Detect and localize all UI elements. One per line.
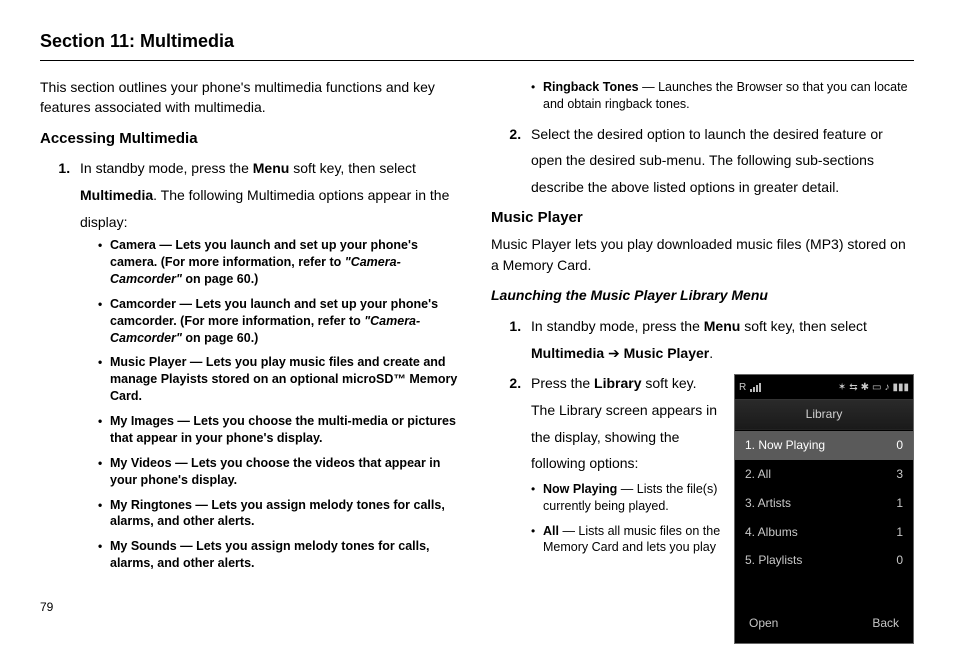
menu-key-label: Menu	[704, 318, 741, 334]
menu-value: 0	[896, 434, 903, 457]
softkey-back[interactable]: Back	[872, 612, 899, 635]
menu-value: 1	[896, 492, 903, 515]
phone-library-menu: 1. Now Playing 0 2. All 3 3. Artists 1 4. A…	[735, 430, 913, 576]
battery-icon: ▮▮▮	[892, 378, 909, 397]
roaming-indicator: R	[739, 378, 746, 397]
step-text: Select the desired option to launch the …	[531, 126, 883, 195]
heading-accessing-multimedia: Accessing Multimedia	[40, 128, 463, 150]
menu-label: 5. Playlists	[745, 549, 802, 572]
accessing-steps-continued: Select the desired option to launch the …	[491, 121, 914, 201]
manual-page: Section 11: Multimedia This section outl…	[0, 0, 954, 636]
accessing-steps: In standby mode, press the Menu soft key…	[40, 155, 463, 572]
option-my-ringtones: My Ringtones — Lets you assign melody to…	[98, 497, 463, 531]
phone-screen-title: Library	[735, 399, 913, 430]
music-icon: ♪	[884, 378, 889, 397]
bluetooth-icon: ✱	[861, 378, 869, 397]
path-segment: Music Player	[624, 345, 710, 361]
menu-label: 4. Albums	[745, 521, 798, 544]
text: soft key, then select	[740, 318, 867, 334]
option-name: Music Player	[110, 355, 186, 369]
option-my-sounds: My Sounds — Lets you assign melody tones…	[98, 538, 463, 572]
title-rule	[40, 60, 914, 61]
section-title: Section 11: Multimedia	[40, 28, 914, 54]
phone-screenshot: R ✶ ⇆ ✱ ▭ ♪ ▮▮▮	[734, 374, 914, 644]
library-option-now-playing: Now Playing — Lists the file(s) currentl…	[531, 481, 748, 515]
option-ringback-tones: Ringback Tones — Launches the Browser so…	[531, 79, 914, 113]
option-name: My Sounds	[110, 539, 177, 553]
step-1: In standby mode, press the Menu soft key…	[74, 155, 463, 572]
path-segment: Multimedia	[531, 345, 604, 361]
heading-music-player: Music Player	[491, 207, 914, 229]
phone-status-bar: R ✶ ⇆ ✱ ▭ ♪ ▮▮▮	[735, 375, 913, 399]
page-number: 79	[40, 599, 53, 616]
left-column: This section outlines your phone's multi…	[40, 77, 463, 650]
menu-item-now-playing[interactable]: 1. Now Playing 0	[735, 431, 913, 460]
menu-label: 2. All	[745, 463, 771, 486]
mp-step-2: R ✶ ⇆ ✱ ▭ ♪ ▮▮▮	[525, 370, 914, 644]
text: In standby mode, press the	[531, 318, 704, 334]
music-player-steps: In standby mode, press the Menu soft key…	[491, 313, 914, 644]
two-column-layout: This section outlines your phone's multi…	[40, 77, 914, 650]
option-my-images: My Images — Lets you choose the multi-me…	[98, 413, 463, 447]
signal-icon	[750, 383, 761, 392]
text: In standby mode, press the	[80, 160, 253, 176]
step-2: Select the desired option to launch the …	[525, 121, 914, 201]
option-name: Now Playing	[543, 482, 617, 496]
option-name: Camera	[110, 238, 156, 252]
softkey-open[interactable]: Open	[749, 612, 778, 635]
option-camera: Camera — Lets you launch and set up your…	[98, 237, 463, 288]
menu-item-playlists[interactable]: 5. Playlists 0	[735, 546, 913, 575]
multimedia-options-list: Camera — Lets you launch and set up your…	[98, 237, 463, 572]
option-my-videos: My Videos — Lets you choose the videos t…	[98, 455, 463, 489]
menu-value: 1	[896, 521, 903, 544]
option-name: My Ringtones	[110, 498, 192, 512]
menu-item-artists[interactable]: 3. Artists 1	[735, 489, 913, 518]
heading-launching-library: Launching the Music Player Library Menu	[491, 285, 914, 305]
option-camcorder: Camcorder — Lets you launch and set up y…	[98, 296, 463, 347]
multimedia-label: Multimedia	[80, 187, 153, 203]
menu-label: 3. Artists	[745, 492, 791, 515]
option-name: Ringback Tones	[543, 80, 639, 94]
text: Press the	[531, 375, 594, 391]
music-player-intro: Music Player lets you play downloaded mu…	[491, 234, 914, 275]
library-option-all: All — Lists all music files on the Memor…	[531, 523, 748, 557]
menu-value: 0	[896, 549, 903, 572]
text: soft key, then select	[289, 160, 416, 176]
option-name: My Videos	[110, 456, 172, 470]
right-column: Ringback Tones — Launches the Browser so…	[491, 77, 914, 650]
library-key-label: Library	[594, 375, 641, 391]
menu-item-all[interactable]: 2. All 3	[735, 460, 913, 489]
card-icon: ▭	[872, 378, 881, 397]
mp-step-1: In standby mode, press the Menu soft key…	[525, 313, 914, 366]
path-arrow-icon: ➔	[604, 345, 624, 361]
menu-key-label: Menu	[253, 160, 290, 176]
option-tail: on page 60.)	[182, 272, 258, 286]
option-tail: on page 60.)	[182, 331, 258, 345]
status-icon: ⇆	[849, 378, 857, 397]
multimedia-options-list-continued: Ringback Tones — Launches the Browser so…	[531, 79, 914, 113]
option-name: All	[543, 524, 559, 538]
menu-label: 1. Now Playing	[745, 434, 825, 457]
menu-value: 3	[896, 463, 903, 486]
option-music-player: Music Player — Lets you play music files…	[98, 354, 463, 405]
menu-item-albums[interactable]: 4. Albums 1	[735, 518, 913, 547]
option-name: Camcorder	[110, 297, 176, 311]
text: .	[709, 345, 713, 361]
status-icon: ✶	[838, 378, 846, 397]
option-desc: — Lists all music files on the Memory Ca…	[543, 524, 720, 555]
section-intro: This section outlines your phone's multi…	[40, 77, 463, 118]
option-name: My Images	[110, 414, 174, 428]
